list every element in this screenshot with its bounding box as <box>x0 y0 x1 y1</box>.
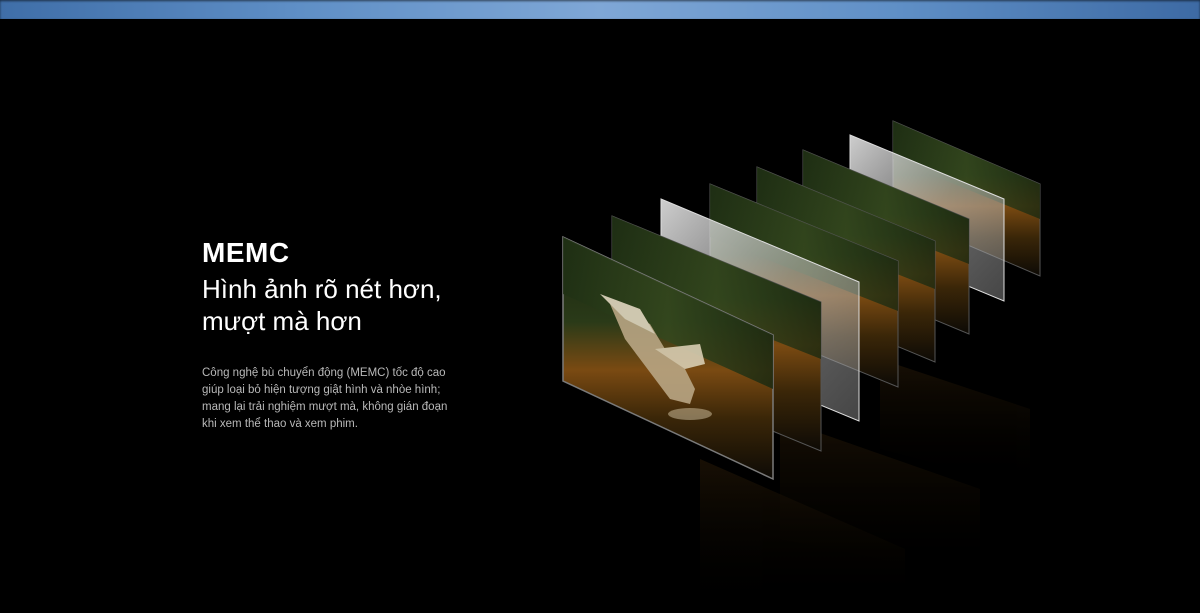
memc-frames-illustration <box>562 120 1041 613</box>
top-image-strip <box>0 0 1200 19</box>
memc-section: MEMC Hình ảnh rõ nét hơn, mượt mà hơn Cô… <box>0 19 1200 613</box>
